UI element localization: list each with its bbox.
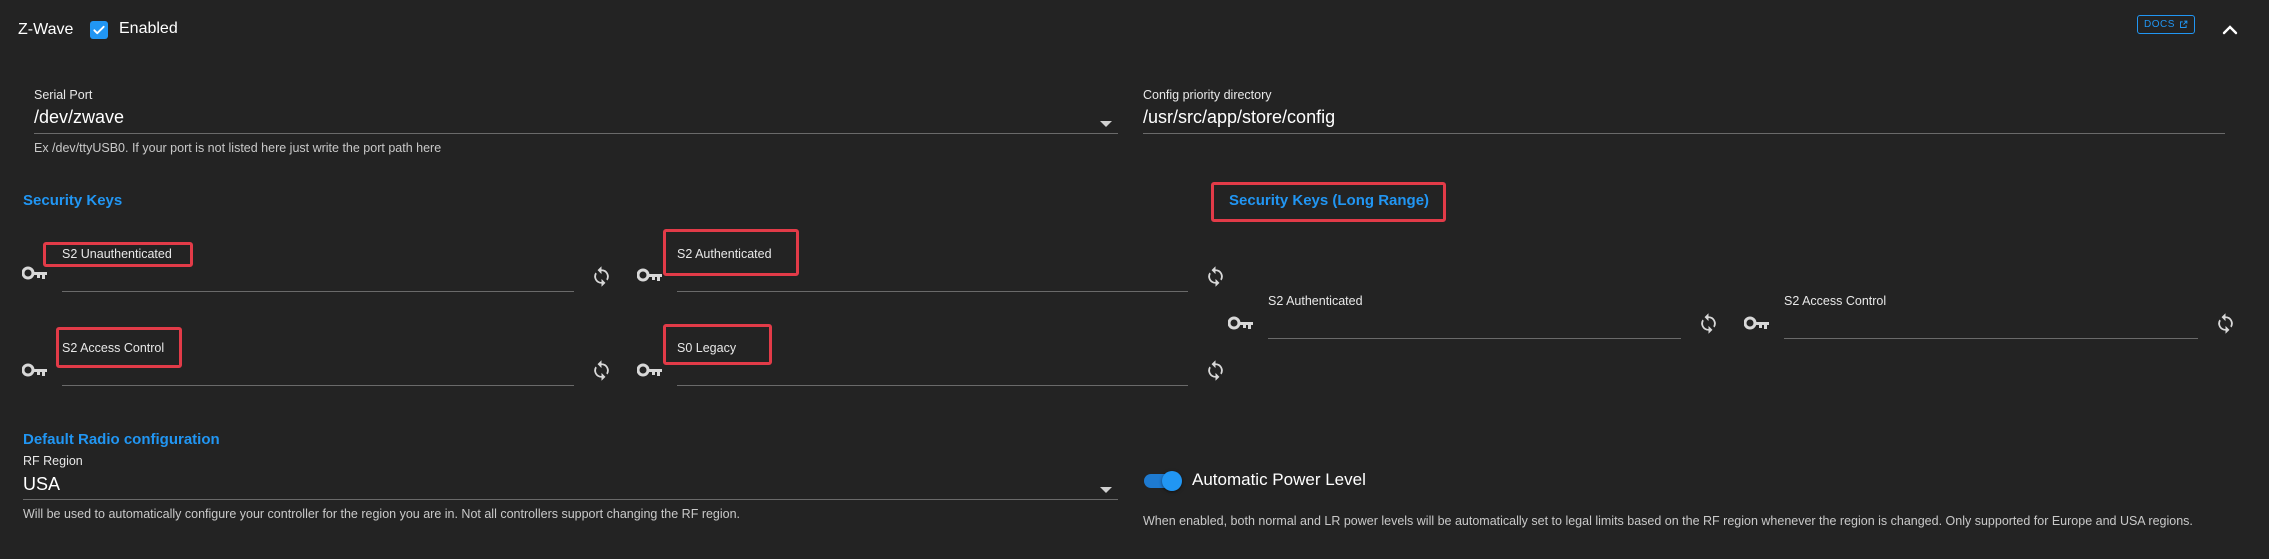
- config-dir-input[interactable]: /usr/src/app/store/config: [1143, 107, 1335, 128]
- config-dir-label: Config priority directory: [1143, 88, 1272, 102]
- lr-s2-authenticated-input[interactable]: [1268, 338, 1681, 339]
- s2-access-control-input[interactable]: [62, 385, 574, 386]
- security-keys-title: Security Keys: [23, 192, 123, 209]
- collapse-chevron-up-icon[interactable]: [2222, 22, 2238, 40]
- refresh-icon[interactable]: [1206, 266, 1225, 287]
- refresh-icon[interactable]: [1206, 360, 1225, 381]
- s2-unauthenticated-input[interactable]: [62, 291, 574, 292]
- serial-port-select[interactable]: /dev/zwave: [34, 107, 124, 128]
- auto-power-hint: When enabled, both normal and LR power l…: [1143, 514, 2193, 528]
- highlight-s2-authenticated: [663, 229, 799, 276]
- rf-region-hint: Will be used to automatically configure …: [23, 507, 741, 521]
- key-icon: [637, 268, 663, 282]
- serial-port-hint: Ex /dev/ttyUSB0. If your port is not lis…: [34, 141, 442, 155]
- lr-s2-access-control-input[interactable]: [1784, 338, 2198, 339]
- refresh-icon[interactable]: [592, 266, 611, 287]
- auto-power-toggle[interactable]: [1144, 470, 1184, 492]
- rf-region-dropdown-icon[interactable]: [1100, 481, 1112, 499]
- serial-port-dropdown-icon[interactable]: [1100, 115, 1112, 133]
- open-in-new-icon: [2179, 20, 2188, 28]
- refresh-icon[interactable]: [1699, 313, 1718, 334]
- refresh-icon[interactable]: [2216, 313, 2235, 334]
- check-icon: [93, 25, 105, 35]
- s0-legacy-input[interactable]: [677, 385, 1188, 386]
- key-icon: [1228, 316, 1254, 330]
- header-title: Z-Wave: [18, 21, 74, 38]
- key-icon: [22, 363, 48, 377]
- highlight-security-keys-lr: [1211, 182, 1446, 222]
- rf-region-label: RF Region: [23, 454, 83, 468]
- serial-port-underline: [34, 133, 1118, 134]
- auto-power-label[interactable]: Automatic Power Level: [1192, 470, 1366, 490]
- docs-label: DOCS: [2144, 19, 2175, 30]
- enabled-checkbox[interactable]: [90, 21, 108, 39]
- key-icon: [22, 266, 48, 280]
- docs-button[interactable]: DOCS: [2137, 15, 2195, 34]
- refresh-icon[interactable]: [592, 360, 611, 381]
- lr-s2-access-control-label: S2 Access Control: [1784, 294, 1887, 308]
- radio-config-title: Default Radio configuration: [23, 431, 220, 448]
- highlight-s0-legacy: [663, 324, 772, 365]
- rf-region-select[interactable]: USA: [23, 474, 60, 495]
- key-icon: [637, 363, 663, 377]
- highlight-s2-unauthenticated: [43, 242, 193, 267]
- enabled-label[interactable]: Enabled: [119, 20, 178, 38]
- highlight-s2-access-control: [56, 327, 182, 368]
- key-icon: [1744, 316, 1770, 330]
- config-dir-underline: [1143, 133, 2225, 134]
- serial-port-label: Serial Port: [34, 88, 93, 102]
- lr-s2-authenticated-label: S2 Authenticated: [1268, 294, 1363, 308]
- s2-authenticated-input[interactable]: [677, 291, 1188, 292]
- rf-region-underline: [23, 499, 1118, 500]
